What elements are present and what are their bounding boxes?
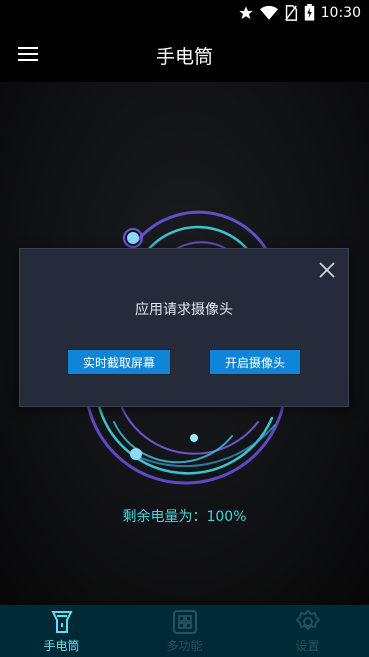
star-icon xyxy=(238,5,253,19)
dialog-message: 应用请求摄像头 xyxy=(135,302,233,318)
grid-icon xyxy=(172,610,197,634)
no-sim-icon xyxy=(284,4,297,21)
flashlight-icon xyxy=(50,611,73,633)
status-bar: 10:30 xyxy=(0,0,369,26)
nav-item-flashlight[interactable]: 手电筒 xyxy=(0,605,123,657)
nav-label-flashlight: 手电筒 xyxy=(43,639,80,653)
wifi-icon xyxy=(259,5,278,20)
screen-capture-button[interactable]: 实时截取屏幕 xyxy=(67,349,171,375)
clock: 10:30 xyxy=(320,4,361,21)
page-title: 手电筒 xyxy=(155,46,213,68)
app-bar: 手电筒 xyxy=(0,26,369,82)
close-icon[interactable] xyxy=(316,259,338,281)
gear-icon xyxy=(295,609,320,631)
status-icons: 10:30 xyxy=(238,4,361,21)
open-camera-button[interactable]: 开启摄像头 xyxy=(209,349,301,375)
nav-label-multifunction: 多功能 xyxy=(166,639,203,653)
nav-item-settings[interactable]: 设置 xyxy=(246,605,369,657)
battery-charging-icon xyxy=(304,4,314,21)
bottom-nav: 手电筒 多功能 设置 xyxy=(0,605,369,657)
camera-request-dialog: 应用请求摄像头 实时截取屏幕 开启摄像头 xyxy=(19,248,349,407)
nav-item-multifunction[interactable]: 多功能 xyxy=(123,605,246,657)
battery-level-text: 剩余电量为：100% xyxy=(122,509,247,525)
nav-label-settings: 设置 xyxy=(295,639,320,653)
